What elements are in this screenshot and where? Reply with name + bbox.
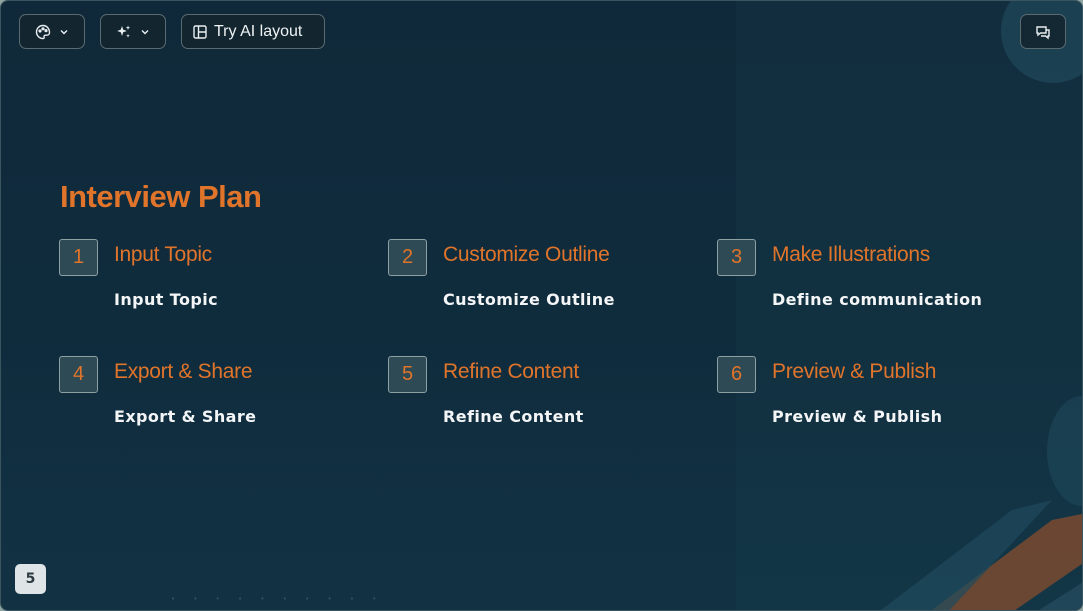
- step-number-badge: 1: [59, 239, 98, 276]
- step-description[interactable]: Define communication: [772, 290, 982, 309]
- step-number-badge: 3: [717, 239, 756, 276]
- step-number-badge: 4: [59, 356, 98, 393]
- step-item: 3 Make Illustrations Define communicatio…: [717, 239, 1017, 319]
- step-number-badge: 5: [388, 356, 427, 393]
- step-description[interactable]: Export & Share: [114, 407, 256, 426]
- chevron-down-icon: [140, 27, 150, 37]
- step-number-badge: 6: [717, 356, 756, 393]
- palette-icon: [35, 24, 51, 40]
- step-heading[interactable]: Preview & Publish: [772, 360, 936, 384]
- step-number-badge: 2: [388, 239, 427, 276]
- page-number-badge: 5: [15, 564, 46, 594]
- step-description[interactable]: Refine Content: [443, 407, 584, 426]
- comments-button[interactable]: [1020, 14, 1066, 49]
- step-heading[interactable]: Customize Outline: [443, 243, 610, 267]
- step-item: 4 Export & Share Export & Share: [59, 356, 359, 436]
- step-heading[interactable]: Refine Content: [443, 360, 579, 384]
- step-item: 6 Preview & Publish Preview & Publish: [717, 356, 1017, 436]
- step-description[interactable]: Preview & Publish: [772, 407, 942, 426]
- step-heading[interactable]: Input Topic: [114, 243, 212, 267]
- slide-canvas: • • • • • • • • • • Try AI layout Interv…: [0, 0, 1083, 611]
- try-ai-layout-label: Try AI layout: [214, 22, 303, 40]
- layout-icon: [192, 24, 208, 40]
- ai-tools-button[interactable]: [100, 14, 166, 49]
- decorative-dots: • • • • • • • • • •: [171, 595, 385, 603]
- step-item: 5 Refine Content Refine Content: [388, 356, 688, 436]
- chevron-down-icon: [59, 27, 69, 37]
- step-description[interactable]: Input Topic: [114, 290, 218, 309]
- slide-title[interactable]: Interview Plan: [60, 179, 262, 215]
- sparkles-icon: [116, 24, 132, 40]
- step-heading[interactable]: Export & Share: [114, 360, 253, 384]
- theme-button[interactable]: [19, 14, 85, 49]
- step-description[interactable]: Customize Outline: [443, 290, 615, 309]
- try-ai-layout-button[interactable]: Try AI layout: [181, 14, 325, 49]
- step-item: 1 Input Topic Input Topic: [59, 239, 359, 319]
- step-heading[interactable]: Make Illustrations: [772, 243, 930, 267]
- step-item: 2 Customize Outline Customize Outline: [388, 239, 688, 319]
- comments-icon: [1035, 24, 1051, 40]
